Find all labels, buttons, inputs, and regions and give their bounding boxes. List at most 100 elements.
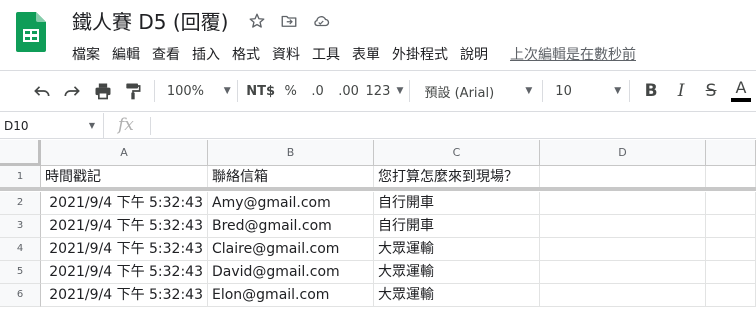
table-cell[interactable] xyxy=(540,166,706,189)
table-cell[interactable] xyxy=(540,192,706,215)
table-cell[interactable]: 大眾運輸 xyxy=(374,261,540,284)
toolbar-divider xyxy=(236,80,238,102)
menu-edit[interactable]: 編輯 xyxy=(106,42,146,66)
table-cell[interactable]: Claire@gmail.com xyxy=(208,238,374,261)
paint-format-icon[interactable] xyxy=(118,76,148,106)
table-cell[interactable] xyxy=(706,166,756,189)
strikethrough-button[interactable]: S xyxy=(696,76,726,106)
table-row: 4 2021/9/4 下午 5:32:43 Claire@gmail.com 大… xyxy=(0,238,756,261)
table-cell[interactable] xyxy=(540,284,706,307)
column-header-e[interactable] xyxy=(706,140,756,166)
row-header[interactable]: 5 xyxy=(0,261,41,284)
row-header[interactable]: 1 xyxy=(0,166,41,189)
zoom-value: 100% xyxy=(166,83,204,99)
table-cell[interactable] xyxy=(706,192,756,215)
menu-forms[interactable]: 表單 xyxy=(346,42,386,66)
table-cell[interactable] xyxy=(706,284,756,307)
font-size-dropdown[interactable]: 10 ▼ xyxy=(555,76,621,106)
chevron-down-icon: ▼ xyxy=(88,121,95,130)
column-header-d[interactable]: D xyxy=(540,140,706,166)
undo-icon[interactable] xyxy=(28,76,56,106)
menu-tools[interactable]: 工具 xyxy=(306,42,346,66)
menu-format[interactable]: 格式 xyxy=(226,42,266,66)
menu-view[interactable]: 查看 xyxy=(146,42,186,66)
column-header-a[interactable]: A xyxy=(41,140,208,166)
table-cell[interactable]: 2021/9/4 下午 5:32:43 xyxy=(41,261,208,284)
column-header-row: A B C D xyxy=(0,140,756,166)
menu-bar: 檔案 編輯 查看 插入 格式 資料 工具 表單 外掛程式 說明 上次編輯是在數秒… xyxy=(66,42,642,66)
table-cell[interactable]: 2021/9/4 下午 5:32:43 xyxy=(41,192,208,215)
row-header[interactable]: 2 xyxy=(0,192,41,215)
chevron-down-icon: ▼ xyxy=(525,86,533,96)
row-header[interactable]: 4 xyxy=(0,238,41,261)
font-family-dropdown[interactable]: 預設 (Arial) ▼ xyxy=(424,76,532,106)
table-cell[interactable]: 2021/9/4 下午 5:32:43 xyxy=(41,238,208,261)
more-formats-dropdown[interactable]: 123 ▼ xyxy=(366,76,404,106)
chevron-down-icon: ▼ xyxy=(614,86,622,96)
table-cell[interactable]: 您打算怎麼來到現場？ xyxy=(374,166,540,189)
document-title[interactable]: 鐵人賽 D5 (回覆) xyxy=(72,6,228,35)
percent-format-button[interactable]: % xyxy=(278,76,304,106)
table-cell[interactable]: Amy@gmail.com xyxy=(208,192,374,215)
star-icon[interactable] xyxy=(246,10,268,32)
more-formats-label: 123 xyxy=(365,83,391,99)
increase-decimal-button[interactable]: .00 xyxy=(332,76,366,106)
table-cell[interactable]: 自行開車 xyxy=(374,192,540,215)
column-header-c[interactable]: C xyxy=(374,140,540,166)
row-header[interactable]: 3 xyxy=(0,215,41,238)
row-header[interactable]: 6 xyxy=(0,284,41,307)
table-cell[interactable]: 大眾運輸 xyxy=(374,238,540,261)
table-cell[interactable]: Elon@gmail.com xyxy=(208,284,374,307)
formula-input[interactable] xyxy=(151,113,756,139)
table-row: 5 2021/9/4 下午 5:32:43 David@gmail.com 大眾… xyxy=(0,261,756,284)
last-edit-link[interactable]: 上次編輯是在數秒前 xyxy=(504,42,642,66)
table-cell[interactable] xyxy=(706,215,756,238)
table-cell[interactable]: 聯絡信箱 xyxy=(208,166,374,189)
text-color-letter: A xyxy=(735,78,747,97)
bold-button[interactable]: B xyxy=(636,76,666,106)
currency-format-button[interactable]: NT$ xyxy=(244,76,278,106)
table-cell[interactable] xyxy=(540,261,706,284)
select-all-corner[interactable] xyxy=(0,140,41,166)
column-header-b[interactable]: B xyxy=(208,140,374,166)
font-size-value: 10 xyxy=(555,83,572,99)
table-cell[interactable] xyxy=(706,261,756,284)
table-cell[interactable]: Bred@gmail.com xyxy=(208,215,374,238)
table-row: 6 2021/9/4 下午 5:32:43 Elon@gmail.com 大眾運… xyxy=(0,284,756,307)
table-cell[interactable]: 自行開車 xyxy=(374,215,540,238)
toolbar-divider xyxy=(542,80,544,102)
cloud-status-icon[interactable] xyxy=(310,10,332,32)
toolbar: 100% ▼ NT$ % .0 .00 123 ▼ 預設 (Arial) ▼ 1… xyxy=(0,70,756,112)
menu-data[interactable]: 資料 xyxy=(266,42,306,66)
table-cell[interactable] xyxy=(706,238,756,261)
toolbar-divider xyxy=(409,80,411,102)
name-box-value: D10 xyxy=(4,118,29,133)
name-box[interactable]: D10 ▼ xyxy=(0,112,104,139)
move-to-folder-icon[interactable] xyxy=(278,10,300,32)
menu-insert[interactable]: 插入 xyxy=(186,42,226,66)
table-cell[interactable]: 2021/9/4 下午 5:32:43 xyxy=(41,284,208,307)
chevron-down-icon: ▼ xyxy=(396,86,404,96)
formula-bar: D10 ▼ fx xyxy=(0,112,756,139)
menu-help[interactable]: 說明 xyxy=(454,42,494,66)
table-cell[interactable] xyxy=(540,238,706,261)
text-color-button[interactable]: A xyxy=(726,76,756,106)
table-row: 1 時間戳記 聯絡信箱 您打算怎麼來到現場？ xyxy=(0,166,756,189)
font-family-value: 預設 (Arial) xyxy=(424,85,495,101)
decrease-decimal-button[interactable]: .0 xyxy=(304,76,332,106)
redo-icon[interactable] xyxy=(56,76,88,106)
menu-addons[interactable]: 外掛程式 xyxy=(386,42,454,66)
menu-file[interactable]: 檔案 xyxy=(66,42,106,66)
italic-button[interactable]: I xyxy=(666,76,696,106)
fx-icon: fx xyxy=(118,116,151,135)
table-cell[interactable]: 2021/9/4 下午 5:32:43 xyxy=(41,215,208,238)
frozen-row-divider[interactable] xyxy=(0,187,756,191)
table-cell[interactable]: 大眾運輸 xyxy=(374,284,540,307)
text-color-swatch xyxy=(731,98,752,102)
table-cell[interactable]: David@gmail.com xyxy=(208,261,374,284)
print-icon[interactable] xyxy=(88,76,118,106)
table-cell[interactable] xyxy=(540,215,706,238)
google-sheets-logo[interactable] xyxy=(16,12,46,52)
zoom-dropdown[interactable]: 100% ▼ xyxy=(167,76,231,106)
table-cell[interactable]: 時間戳記 xyxy=(41,166,208,189)
